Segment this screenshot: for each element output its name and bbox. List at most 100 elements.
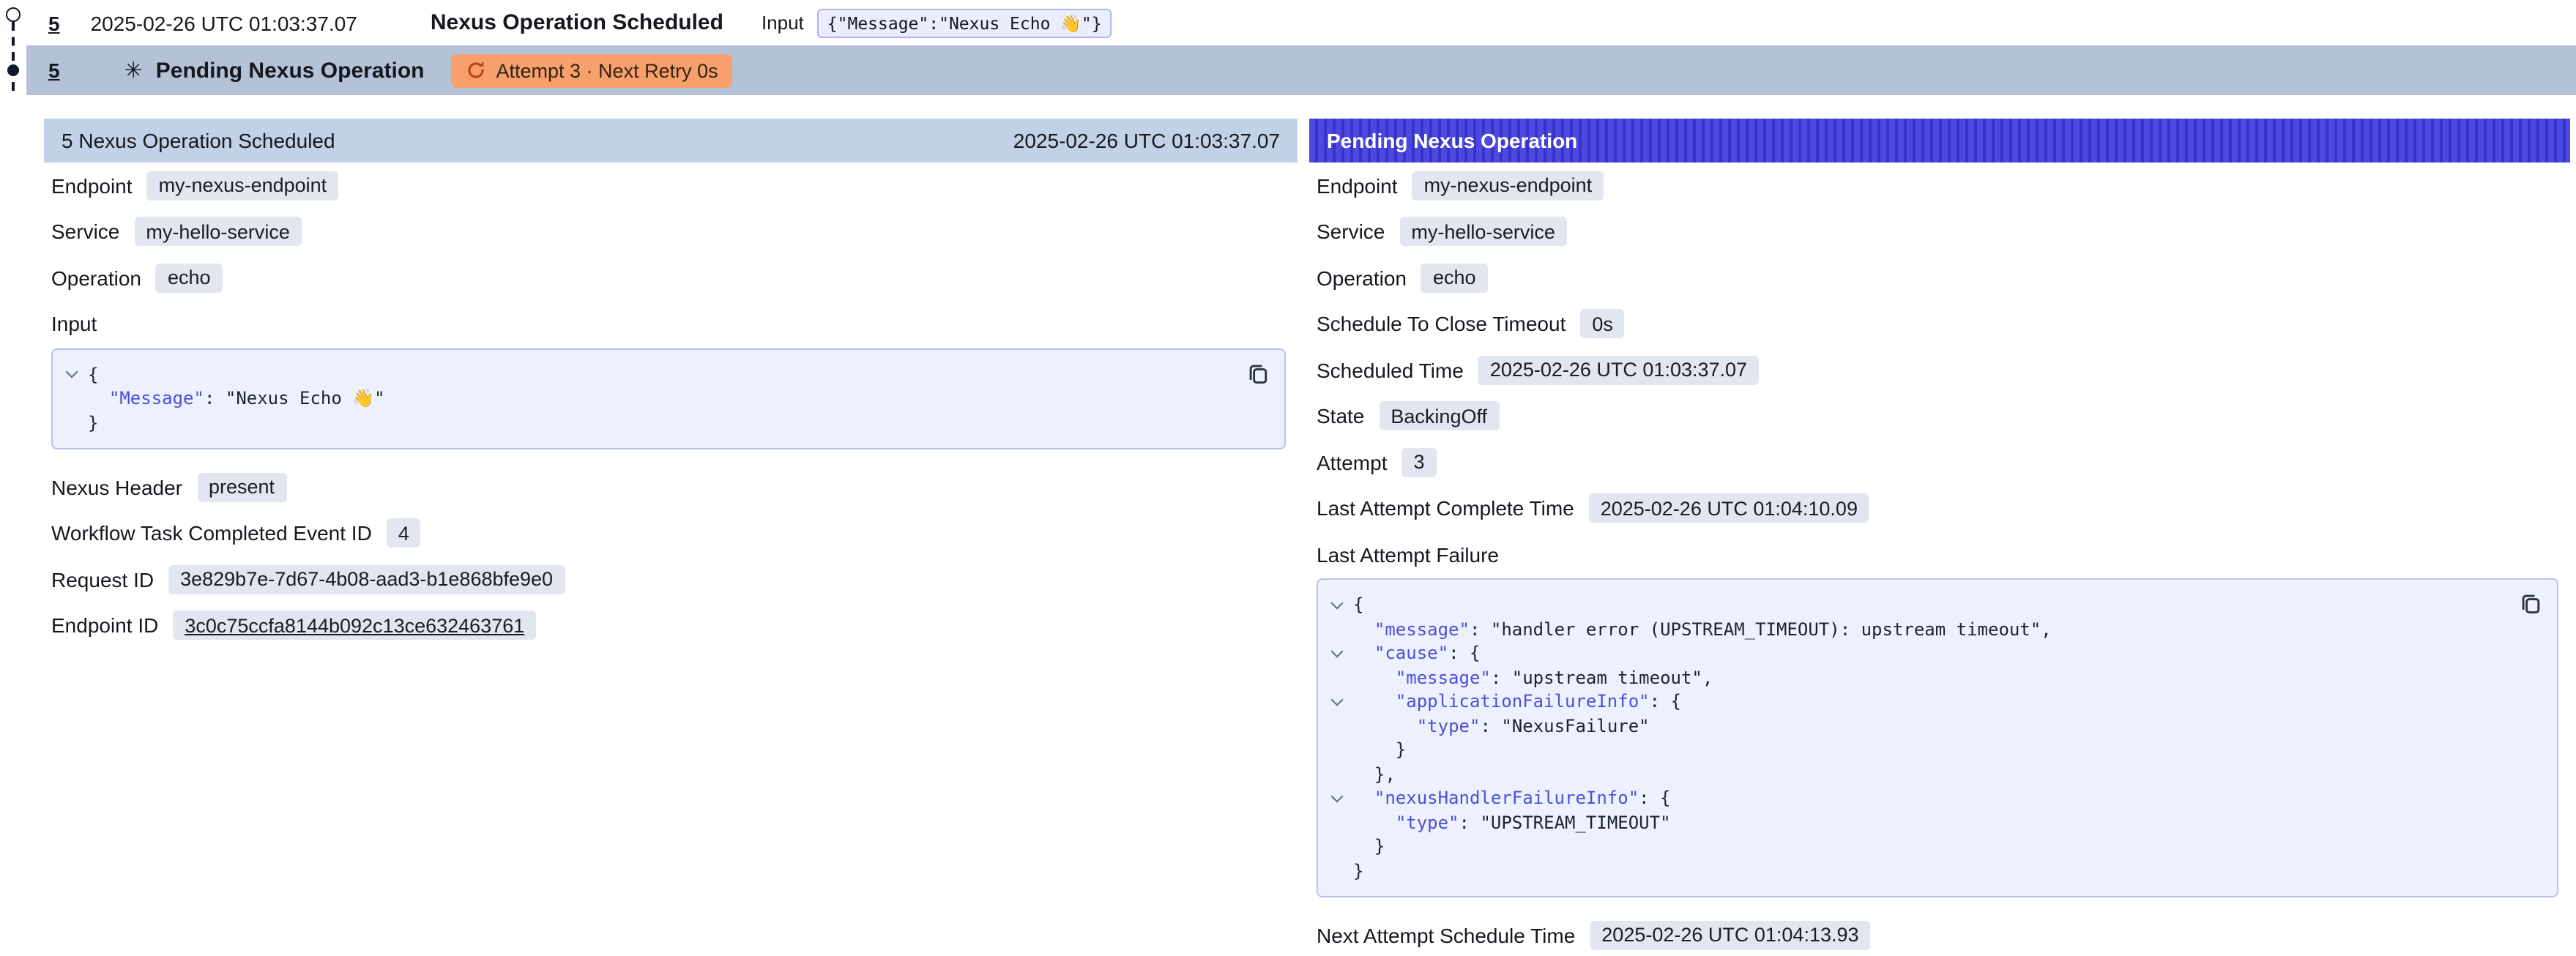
code-line: "type": "UPSTREAM_TIMEOUT" <box>1321 810 2504 834</box>
code-line: "message": "upstream timeout", <box>1321 665 2504 690</box>
code-text: "type": "UPSTREAM_TIMEOUT" <box>1353 810 1671 834</box>
field-value-badge: 2025-02-26 UTC 01:04:13.93 <box>1590 920 1870 949</box>
code-gutter <box>1321 617 1353 641</box>
field-label: Workflow Task Completed Event ID <box>51 521 372 545</box>
code-line: "cause": { <box>1321 641 2504 665</box>
code-line: "Message": "Nexus Echo 👋" <box>56 386 1232 411</box>
attempt-retry-badge: Attempt 3 · Next Retry 0s <box>451 53 733 87</box>
attempt-retry-text: Attempt 3 · Next Retry 0s <box>496 59 718 81</box>
code-text: } <box>88 411 98 435</box>
field-label: Endpoint <box>51 173 133 197</box>
code-text: "message": "handler error (UPSTREAM_TIME… <box>1353 617 2052 641</box>
field-row: Attempt 3 <box>1317 447 2570 477</box>
field-row: Service my-hello-service <box>51 216 1298 247</box>
code-text: "type": "NexusFailure" <box>1353 714 1650 738</box>
code-line: { <box>56 362 1232 386</box>
pending-operation-panel: Pending Nexus Operation Endpointmy-nexus… <box>1309 119 2570 956</box>
field-value-badge: 3 <box>1402 447 1437 477</box>
field-label: Schedule To Close Timeout <box>1317 312 1566 335</box>
retry-refresh-icon <box>466 60 486 81</box>
input-label: Input <box>762 12 804 34</box>
field-value-badge: 2025-02-26 UTC 01:04:10.09 <box>1589 493 1869 523</box>
code-line: "nexusHandlerFailureInfo": { <box>1321 786 2504 810</box>
field-label: State <box>1317 404 1364 427</box>
event-title: Nexus Operation Scheduled <box>431 10 723 35</box>
code-line: } <box>1321 738 2504 762</box>
timeline-connector-line <box>12 22 15 91</box>
failure-json-block: { "message": "handler error (UPSTREAM_TI… <box>1317 578 2558 897</box>
field-label: Service <box>51 220 119 243</box>
collapse-chevron-icon[interactable] <box>1321 641 1353 665</box>
field-label: Endpoint ID <box>51 613 158 637</box>
code-text: "cause": { <box>1353 641 1480 665</box>
field-label: Attempt <box>1317 450 1388 474</box>
code-line: "type": "NexusFailure" <box>1321 714 2504 738</box>
code-text: { <box>88 362 98 386</box>
detail-panels: 5 Nexus Operation Scheduled 2025-02-26 U… <box>44 119 2570 956</box>
code-text: "Message": "Nexus Echo 👋" <box>88 386 385 411</box>
field-value-badge: 3e829b7e-7d67-4b08-aad3-b1e868bfe9e0 <box>168 564 565 594</box>
event-detail-header: 5 Nexus Operation Scheduled 2025-02-26 U… <box>44 119 1298 163</box>
code-line: } <box>1321 834 2504 859</box>
event-detail-header-title: 5 Nexus Operation Scheduled <box>62 129 335 152</box>
field-row: Last Attempt Complete Time2025-02-26 UTC… <box>1317 493 2570 523</box>
code-text: "applicationFailureInfo": { <box>1353 690 1681 714</box>
field-value-badge: BackingOff <box>1379 401 1499 430</box>
event-detail-panel: 5 Nexus Operation Scheduled 2025-02-26 U… <box>44 119 1298 956</box>
event-detail-header-timestamp: 2025-02-26 UTC 01:03:37.07 <box>1013 129 1280 152</box>
field-row: Request ID 3e829b7e-7d67-4b08-aad3-b1e868… <box>51 564 1298 594</box>
field-row: Nexus Headerpresent <box>51 471 1298 502</box>
field-value-link[interactable]: 3c0c75ccfa8144b092c13ce632463761 <box>173 610 536 640</box>
copy-input-button[interactable] <box>1243 359 1273 389</box>
field-value-badge: my-hello-service <box>134 217 302 246</box>
event-detail-fields: Endpoint my-nexus-endpoint Service my-hello… <box>44 163 1298 293</box>
field-row: Workflow Task Completed Event ID 4 <box>51 518 1298 548</box>
pending-operation-header-title: Pending Nexus Operation <box>1327 129 1577 152</box>
field-value-badge: 0s <box>1580 309 1625 338</box>
field-row: Operationecho <box>51 262 1298 293</box>
field-row: Schedule To Close Timeout 0s <box>1317 308 2570 339</box>
code-gutter <box>1321 665 1353 690</box>
collapse-chevron-icon[interactable] <box>1321 786 1353 810</box>
code-text: "nexusHandlerFailureInfo": { <box>1353 786 1671 810</box>
code-text: "message": "upstream timeout", <box>1353 665 1713 690</box>
code-line: }, <box>1321 762 2504 786</box>
field-label: Nexus Header <box>51 475 182 498</box>
field-row: Endpointmy-nexus-endpoint <box>1317 170 2570 201</box>
pending-operation-row[interactable]: 5 ✳ Pending Nexus Operation Attempt 3 · … <box>26 45 2576 95</box>
copy-failure-button[interactable] <box>2516 590 2545 619</box>
event-detail-fields-bottom: Nexus Headerpresent Workflow Task Complet… <box>44 464 1298 641</box>
field-row: Next Attempt Schedule Time2025-02-26 UTC… <box>1317 919 2570 950</box>
field-row: Endpoint my-nexus-endpoint <box>51 170 1298 201</box>
field-label: Service <box>1317 220 1385 243</box>
pending-operation-fields-bottom: Next Attempt Schedule Time2025-02-26 UTC… <box>1309 912 2570 950</box>
event-marker-circle-icon <box>6 7 21 22</box>
collapse-chevron-icon[interactable] <box>1321 593 1353 617</box>
code-text: } <box>1353 859 1363 883</box>
field-label: Request ID <box>51 567 154 591</box>
event-id-link[interactable]: 5 <box>48 11 60 34</box>
field-label: Operation <box>1317 266 1407 289</box>
code-gutter <box>1321 834 1353 859</box>
field-value-badge: my-nexus-endpoint <box>147 171 339 200</box>
field-value-badge: echo <box>1421 263 1488 292</box>
collapse-chevron-icon[interactable] <box>1321 690 1353 714</box>
field-row: Service my-hello-service <box>1317 216 2570 247</box>
copy-icon <box>2517 590 2544 616</box>
field-row: Scheduled Time2025-02-26 UTC 01:03:37.07 <box>1317 354 2570 385</box>
field-value-badge: 4 <box>387 518 421 548</box>
field-row: Endpoint ID 3c0c75ccfa8144b092c13ce632463… <box>51 610 1298 641</box>
field-value-badge: my-hello-service <box>1399 217 1567 246</box>
input-json-block: { "Message": "Nexus Echo 👋"} <box>51 348 1286 449</box>
workflow-event-history-view: 5 2025-02-26 UTC 01:03:37.07 Nexus Opera… <box>0 0 2576 956</box>
code-line: "applicationFailureInfo": { <box>1321 690 2504 714</box>
field-row: Operation echo <box>1317 262 2570 293</box>
field-label: Scheduled Time <box>1317 358 1464 381</box>
input-preview-chip[interactable]: {"Message":"Nexus Echo 👋"} <box>817 8 1112 37</box>
pending-row-id-link[interactable]: 5 <box>48 59 60 82</box>
collapse-chevron-icon[interactable] <box>56 362 88 386</box>
code-line: { <box>1321 593 2504 617</box>
field-label: Operation <box>51 266 141 289</box>
code-gutter <box>1321 714 1353 738</box>
event-summary-row[interactable]: 5 2025-02-26 UTC 01:03:37.07 Nexus Opera… <box>26 0 2576 45</box>
